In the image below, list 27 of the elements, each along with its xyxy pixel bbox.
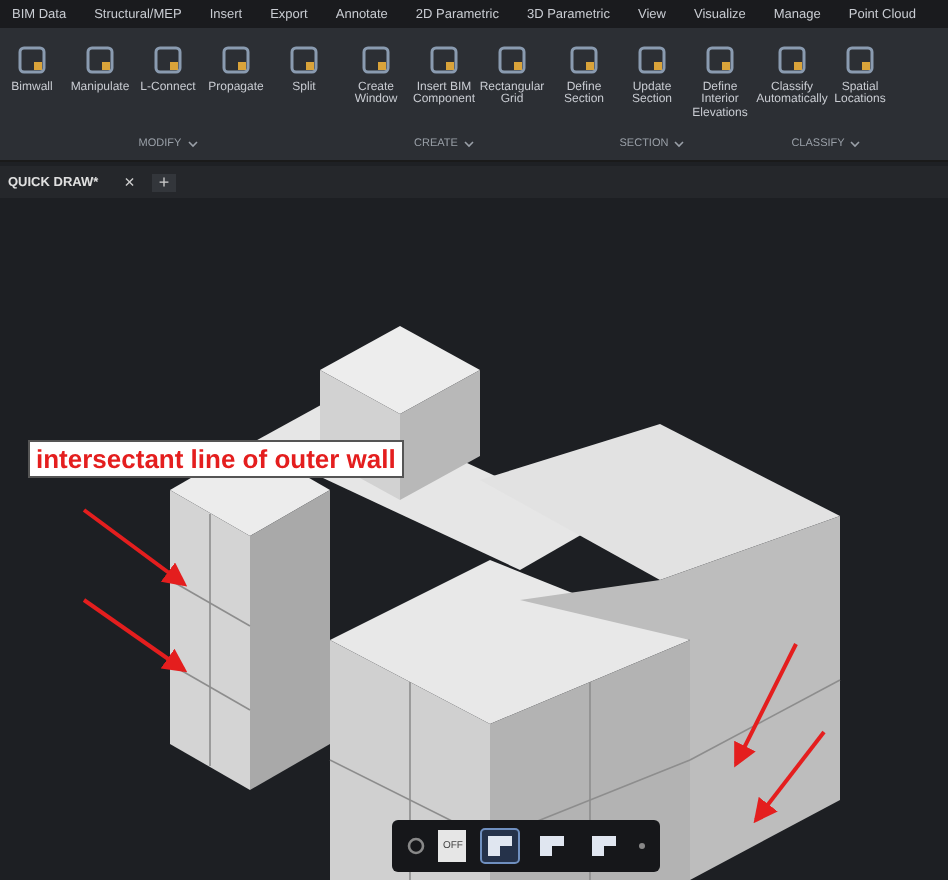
tool-icon <box>568 44 600 76</box>
dot-icon[interactable] <box>637 842 646 850</box>
tool-icon <box>288 44 320 76</box>
chevron-icon[interactable] <box>187 140 198 148</box>
tool-icon <box>84 44 116 76</box>
chevron-icon[interactable] <box>850 140 861 148</box>
arrow <box>82 508 188 587</box>
tool-icon <box>360 44 392 76</box>
chevron-icon[interactable] <box>463 140 474 148</box>
tool-icon <box>220 44 252 76</box>
arrow <box>734 643 798 768</box>
corner-icon[interactable] <box>479 828 520 864</box>
tool-icon <box>844 44 876 76</box>
arrow <box>753 730 826 824</box>
tool-icon <box>496 44 528 76</box>
arrow <box>82 598 188 673</box>
new-tab-button[interactable]: + <box>152 173 176 191</box>
tool-icon <box>152 44 184 76</box>
close-tab-button[interactable]: × <box>118 173 141 191</box>
tool-icon <box>428 44 460 76</box>
tool-icon <box>16 44 48 76</box>
settings-icon[interactable] <box>406 836 427 856</box>
chevron-icon[interactable] <box>674 140 685 148</box>
tool-icon <box>776 44 808 76</box>
tool-icon <box>636 44 668 76</box>
annotation-label: intersectant line of outer wall <box>28 440 404 478</box>
tool-icon <box>704 44 736 76</box>
